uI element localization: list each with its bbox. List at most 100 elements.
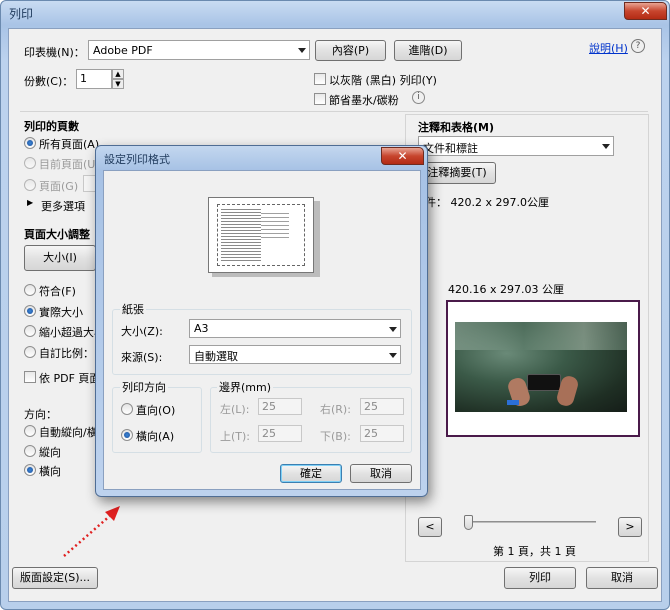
window-close-button[interactable]: ✕ [624,2,667,20]
paper-size-label: 大小(Z): [121,325,163,338]
pdf-paper-checkbox[interactable] [24,371,36,383]
grayscale-label: 以灰階 (黑白) 列印(Y) [329,74,437,87]
size-button[interactable]: 大小(I) [24,245,96,271]
next-page-button[interactable]: > [618,517,642,537]
dialog-ok-button[interactable]: 確定 [280,464,342,483]
dialog-cancel-button[interactable]: 取消 [350,464,412,483]
pages-range-label: 頁面(G) [39,180,79,193]
page-slider-thumb[interactable] [464,515,473,530]
chevron-down-icon [298,48,306,53]
chevron-down-icon [389,352,397,358]
margin-left-label: 左(L): [220,403,250,416]
save-ink-label: 節省墨水/碳粉 [329,94,399,107]
thumbnail-text-lines [221,207,261,263]
pages-current-radio[interactable] [24,157,36,169]
margin-top-input[interactable]: 25 [258,425,302,442]
sizing-heading: 頁面大小調整 [24,228,90,241]
arrow-shaft [63,513,113,557]
more-options-link[interactable]: 更多選項 [41,198,85,214]
preview-size-label: 420.16 x 297.03 公厘 [448,283,564,296]
page-count-label: 第 1 頁，共 1 頁 [493,545,576,558]
orient-auto-label: 自動縱向/橫 [39,426,98,439]
pages-range-radio[interactable] [24,179,36,191]
advanced-button[interactable]: 進階(D) [394,40,462,61]
printer-select-value: Adobe PDF [93,44,153,57]
paper-source-select[interactable]: 自動選取 [189,345,401,364]
comments-select[interactable]: 文件和標註 [418,136,614,156]
photo-wristband [507,400,519,405]
custom-scale-label: 自訂比例： [39,347,94,360]
save-ink-checkbox[interactable] [314,93,326,105]
orientation-group-title: 列印方向 [120,379,168,395]
prev-page-button[interactable]: < [418,517,442,537]
photo-trees [455,322,627,350]
spin-down-icon[interactable]: ▼ [112,79,124,89]
fit-radio[interactable] [24,284,36,296]
custom-scale-radio[interactable] [24,346,36,358]
help-link[interactable]: 說明(H) [589,40,628,56]
pages-current-label: 目前頁面(U) [39,158,100,171]
spin-up-icon[interactable]: ▲ [112,69,124,79]
pdf-paper-label: 依 PDF 頁面 [39,372,101,385]
paper-group-title: 紙張 [120,301,146,317]
pages-all-radio[interactable] [24,137,36,149]
printer-select[interactable]: Adobe PDF [88,40,310,60]
dialog-portrait-label: 直向(O) [136,404,176,417]
paper-size-select[interactable]: A3 [189,319,401,338]
dialog-portrait-radio[interactable] [121,403,133,415]
photo-phone [527,374,561,391]
paper-source-label: 來源(S): [121,351,163,364]
orient-landscape-label: 橫向 [39,465,61,478]
arrow-head [105,506,120,521]
divider [20,111,648,112]
orient-auto-radio[interactable] [24,425,36,437]
copies-label: 份數(C)： [24,75,74,88]
chevron-down-icon [602,144,610,149]
dialog-close-button[interactable]: ✕ [381,147,424,165]
pages-heading: 列印的頁數 [24,120,79,133]
margin-bottom-input[interactable]: 25 [360,425,404,442]
print-button[interactable]: 列印 [504,567,576,589]
preview-photo [455,322,627,412]
dialog-title: 設定列印格式 [104,153,170,166]
chevron-down-icon [389,326,397,332]
thumbnail-text-lines [261,210,289,240]
document-size-label: 件： 420.2 x 297.0公厘 [425,196,549,209]
info-icon[interactable]: i [412,91,425,104]
paper-source-value: 自動選取 [194,350,238,363]
page-setup-button[interactable]: 版面設定(S)... [12,567,98,589]
dialog-landscape-radio[interactable] [121,429,133,441]
help-icon[interactable]: ? [631,39,645,53]
orient-landscape-radio[interactable] [24,464,36,476]
orient-portrait-radio[interactable] [24,445,36,457]
page-slider-track[interactable] [468,521,596,523]
page-thumbnail [208,197,314,273]
grayscale-checkbox[interactable] [314,73,326,85]
shrink-radio[interactable] [24,325,36,337]
actual-size-radio[interactable] [24,305,36,317]
actual-size-label: 實際大小 [39,306,83,319]
triangle-right-icon[interactable]: ▶ [27,198,33,207]
cancel-button[interactable]: 取消 [586,567,658,589]
pages-all-label: 所有頁面(A) [39,138,100,151]
orient-portrait-label: 縱向 [39,446,61,459]
comments-heading: 注釋和表格(M) [418,121,495,134]
comments-select-value: 文件和標註 [423,142,478,155]
printer-label: 印表機(N)： [24,46,85,59]
dialog-landscape-label: 橫向(A) [136,430,175,443]
margin-left-input[interactable]: 25 [258,398,302,415]
margin-top-label: 上(T): [220,430,251,443]
properties-button[interactable]: 內容(P) [315,40,386,61]
copies-input[interactable]: 1 [76,69,112,89]
page-setup-dialog: 設定列印格式 ✕ 紙張 大小(Z): A3 來源(S): 自動選取 列印方向 直… [95,145,428,497]
comments-summary-button[interactable]: 注釋摘要(T) [418,162,496,184]
window-title: 列印 [9,7,34,21]
dialog-client-area: 紙張 大小(Z): A3 來源(S): 自動選取 列印方向 直向(O) 橫向(A… [103,170,421,490]
orientation-heading: 方向： [24,408,57,421]
paper-size-value: A3 [194,322,209,335]
margins-group-title: 邊界(mm) [217,379,274,395]
margin-bottom-label: 下(B): [320,430,351,443]
margin-right-input[interactable]: 25 [360,398,404,415]
annotation-arrow [63,506,120,557]
fit-label: 符合(F) [39,285,76,298]
